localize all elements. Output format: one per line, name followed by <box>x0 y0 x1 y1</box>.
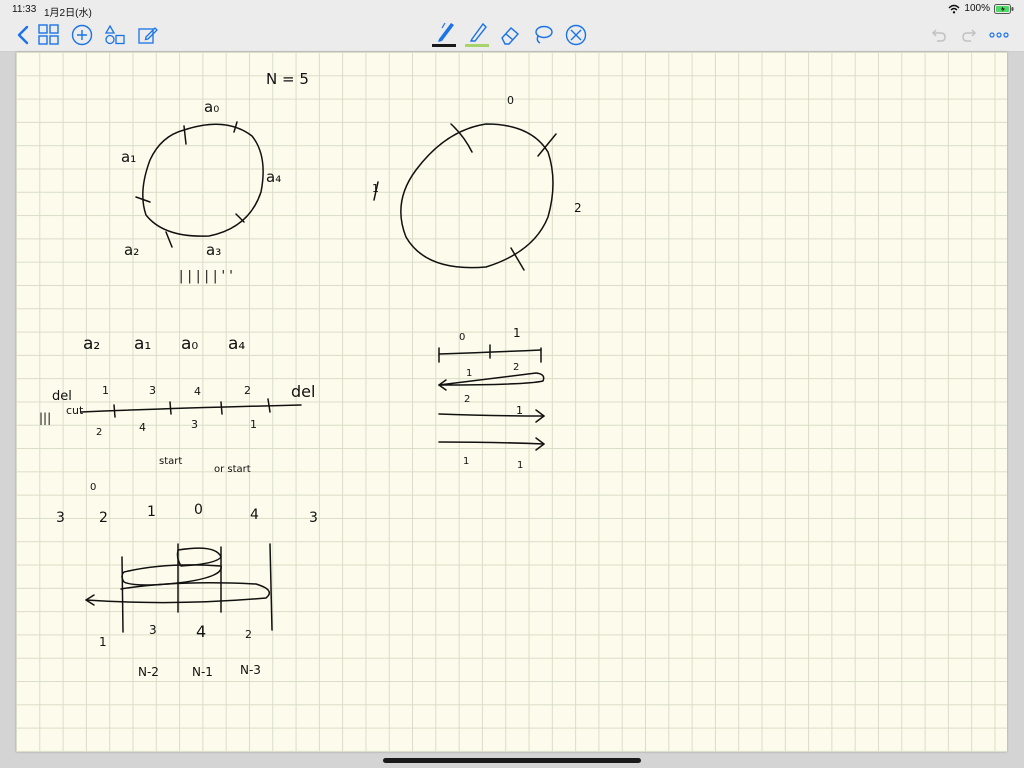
highlighter-icon <box>465 22 489 47</box>
ink-strokes <box>80 121 557 633</box>
more-button[interactable] <box>986 22 1012 48</box>
bottom-num: 1 <box>99 635 107 649</box>
line-bottom-num: 4 <box>139 421 146 434</box>
tally-marks: | | | | | ' ' <box>179 269 233 284</box>
pen-tool-button[interactable] <box>431 19 457 49</box>
sequence-label: a₄ <box>228 334 245 354</box>
circle-left-label: a₁ <box>121 148 136 166</box>
line-top-num: 3 <box>149 384 156 397</box>
toolbar <box>0 18 1024 52</box>
highlighter-tool-button[interactable] <box>464 19 490 49</box>
bottom-num: 2 <box>245 628 252 641</box>
status-bar: 11:33 1月2日(水) 100% <box>0 0 1024 19</box>
eraser-tool-button[interactable] <box>497 22 523 48</box>
eraser-icon <box>501 27 520 45</box>
bottom-label: N-3 <box>240 663 261 677</box>
circle-right-label: 0 <box>507 94 514 107</box>
line-bottom-num: 2 <box>96 427 102 438</box>
grid-icon <box>38 24 59 45</box>
edit-button[interactable] <box>135 22 161 48</box>
more-icon <box>989 32 1009 38</box>
row-num: 0 <box>194 502 203 518</box>
start-label: or start <box>214 464 251 475</box>
edit-icon <box>138 27 158 44</box>
del-left-label: del <box>52 389 72 404</box>
sequence-label: a₀ <box>181 334 198 354</box>
redo-button[interactable] <box>957 22 983 48</box>
circle-left-label: a₂ <box>124 241 139 259</box>
circle-left-label: a₄ <box>266 168 281 186</box>
shapes-icon <box>104 24 125 45</box>
row-num: 3 <box>56 510 65 526</box>
del-right-label: del <box>291 382 315 401</box>
pen-icon <box>432 22 456 47</box>
bottom-label: N-1 <box>192 665 213 679</box>
right-line-num: 1 <box>463 456 469 467</box>
cut-label: cut <box>66 404 84 417</box>
row-num: 3 <box>309 510 318 526</box>
n-label: N = 5 <box>266 70 309 88</box>
bottom-num: 4 <box>196 622 206 641</box>
line-bottom-num: 1 <box>250 418 257 431</box>
status-time: 11:33 <box>12 4 37 15</box>
circle-right-label: 2 <box>574 201 582 215</box>
bottom-num: 3 <box>149 623 157 637</box>
right-line-num: 1 <box>516 404 523 417</box>
lasso-tool-button[interactable] <box>530 22 556 48</box>
cancel-tool-button[interactable] <box>563 22 589 48</box>
circle-left-label: a₃ <box>206 241 221 259</box>
line-top-num: 2 <box>244 384 251 397</box>
redo-icon <box>962 29 977 42</box>
right-line-num: 2 <box>513 362 519 373</box>
right-line-top-num: 1 <box>513 326 521 340</box>
add-button[interactable] <box>69 22 95 48</box>
grid-button[interactable] <box>36 22 62 48</box>
bottom-label: N-2 <box>138 665 159 679</box>
sequence-label: a₂ <box>83 334 100 354</box>
row-num: 2 <box>99 510 108 526</box>
shapes-button[interactable] <box>102 22 128 48</box>
wifi-icon <box>948 4 960 13</box>
chevron-left-icon <box>17 25 29 45</box>
right-line-num: 2 <box>464 394 470 405</box>
left-markers: ||| <box>39 411 51 425</box>
circle-right-label: 1 <box>372 182 379 195</box>
right-line-num: 1 <box>466 368 472 379</box>
row-num: 4 <box>250 507 259 523</box>
undo-icon <box>931 29 946 42</box>
sequence-label: a₁ <box>134 334 151 354</box>
undo-button[interactable] <box>925 22 951 48</box>
back-button[interactable] <box>10 22 36 48</box>
right-line-num: 1 <box>517 460 523 471</box>
zero-label: 0 <box>90 482 96 493</box>
battery-percent: 100% <box>964 3 990 14</box>
lasso-icon <box>535 25 553 44</box>
row-num: 1 <box>147 504 156 520</box>
plus-circle-icon <box>71 24 93 46</box>
line-bottom-num: 3 <box>191 418 198 431</box>
circle-left-label: a₀ <box>204 98 219 116</box>
line-top-num: 4 <box>194 385 201 398</box>
status-date: 1月2日(水) <box>44 8 92 19</box>
battery-icon <box>994 3 1014 14</box>
status-right: 100% <box>948 3 1014 14</box>
right-line-top-num: 0 <box>459 332 465 343</box>
home-indicator[interactable] <box>383 758 641 763</box>
start-label: start <box>159 456 182 467</box>
handwriting-canvas[interactable]: N = 5 a₀ a₁ a₄ a₂ a₃ | | | | | ' ' 0 1 2… <box>16 52 1007 752</box>
note-page[interactable]: N = 5 a₀ a₁ a₄ a₂ a₃ | | | | | ' ' 0 1 2… <box>16 52 1007 752</box>
cancel-icon <box>565 24 587 46</box>
line-top-num: 1 <box>102 384 109 397</box>
